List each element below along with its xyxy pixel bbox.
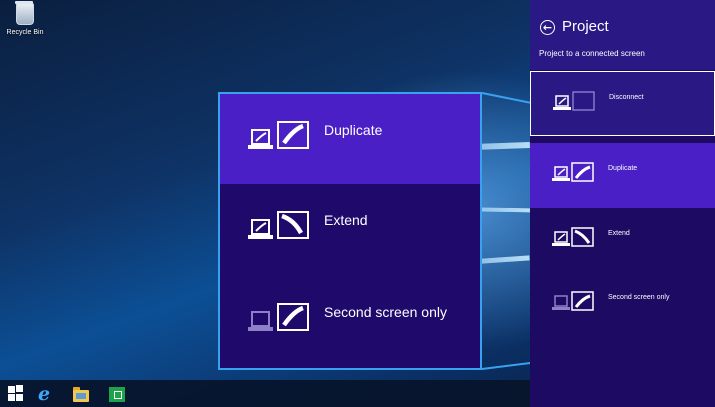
extend-icon bbox=[552, 227, 594, 247]
zoom-option-extend: Extend bbox=[220, 184, 480, 274]
zoom-option-second-screen-only: Second screen only bbox=[220, 276, 480, 366]
project-panel-header: ← Project Project to a connected screen bbox=[530, 0, 715, 70]
duplicate-icon bbox=[248, 121, 309, 149]
panel-subtitle: Project to a connected screen bbox=[539, 49, 645, 58]
option-label: Disconnect bbox=[609, 94, 644, 101]
zoom-option-label: Extend bbox=[324, 212, 368, 228]
option-label: Duplicate bbox=[608, 165, 638, 172]
panel-title: Project bbox=[562, 18, 609, 35]
zoom-option-label: Duplicate bbox=[324, 122, 383, 138]
option-label: Extend bbox=[608, 230, 630, 237]
extend-icon bbox=[248, 211, 309, 239]
disconnect-icon bbox=[553, 91, 595, 111]
zoom-callout: Duplicate Extend Second screen only bbox=[218, 92, 482, 370]
project-panel: ← Project Project to a connected screen … bbox=[530, 0, 715, 407]
zoom-option-label: Second screen only bbox=[324, 304, 447, 320]
option-label: Second screen only bbox=[608, 294, 670, 301]
zoom-option-duplicate: Duplicate bbox=[220, 94, 480, 184]
back-arrow-icon[interactable]: ← bbox=[540, 20, 555, 35]
option-extend[interactable]: Extend bbox=[530, 208, 715, 273]
duplicate-icon bbox=[552, 162, 594, 182]
option-second-screen-only[interactable]: Second screen only bbox=[530, 272, 715, 337]
option-disconnect[interactable]: Disconnect bbox=[530, 71, 715, 136]
option-duplicate[interactable]: Duplicate bbox=[530, 143, 715, 208]
second-screen-only-icon bbox=[248, 303, 309, 331]
second-screen-only-icon bbox=[552, 291, 594, 311]
